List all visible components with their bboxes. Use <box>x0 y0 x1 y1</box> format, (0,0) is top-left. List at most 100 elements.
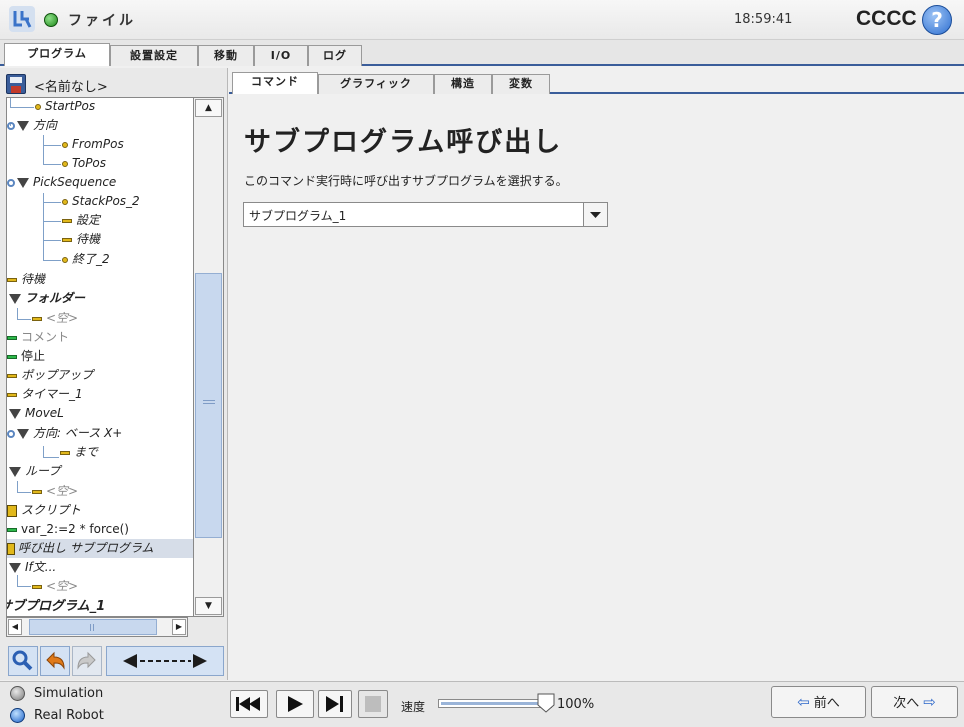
subprogram-call-icon <box>7 542 15 555</box>
waypoint-icon <box>35 103 41 110</box>
next-button[interactable]: 次へ ⇨ <box>871 686 958 718</box>
tab-log[interactable]: ログ <box>308 45 362 66</box>
scroll-left-button[interactable]: ◀ <box>8 619 22 635</box>
tree-item-label: サブプログラム_1 <box>6 599 106 614</box>
tree-item-wait-2[interactable]: 待機 <box>7 270 45 289</box>
tree-item-empty[interactable]: <空> <box>32 309 78 328</box>
real-robot-option[interactable]: Real Robot <box>10 706 104 724</box>
search-icon <box>12 650 33 671</box>
tree-item-label: 方向 <box>33 118 58 132</box>
tab-command[interactable]: コマンド <box>232 72 318 94</box>
stop-button[interactable] <box>358 690 388 718</box>
file-menu-button[interactable]: ファイル <box>44 9 136 31</box>
tree-item-folder[interactable]: フォルダー <box>9 289 85 308</box>
subprogram-select[interactable]: サブプログラム_1 <box>243 202 608 227</box>
simulation-option[interactable]: Simulation <box>10 684 103 702</box>
tree-item-end2[interactable]: 終了_2 <box>62 250 110 269</box>
command-icon <box>7 373 17 378</box>
tree-item-stackpos[interactable]: StackPos_2 <box>62 192 140 211</box>
command-icon <box>7 277 17 282</box>
tree-item-label: var_2:=2 * force() <box>21 522 129 536</box>
folder-triangle-icon <box>17 120 29 131</box>
tree-item-empty[interactable]: <空> <box>32 482 78 501</box>
real-robot-radio-icon[interactable] <box>10 707 25 723</box>
command-icon <box>7 527 17 532</box>
tree-item-subprogram[interactable]: サブプログラム_1 <box>6 597 106 616</box>
waypoint-icon <box>62 198 68 205</box>
previous-label: 前へ <box>813 696 840 711</box>
script-icon <box>7 504 17 517</box>
tree-item-until[interactable]: まで <box>60 443 98 462</box>
expand-node-icon[interactable] <box>7 178 15 187</box>
speed-slider[interactable] <box>438 699 552 708</box>
ur-logo-icon <box>8 5 36 33</box>
tree-item-label: 終了_2 <box>72 252 110 266</box>
tree-item-label: タイマー_1 <box>21 387 83 401</box>
tree-item-assignment[interactable]: var_2:=2 * force() <box>7 520 129 539</box>
tree-item-stop[interactable]: 停止 <box>7 347 45 366</box>
tree-item-topos[interactable]: ToPos <box>62 154 106 173</box>
tree-item-movel[interactable]: MoveL <box>9 404 64 423</box>
tree-item-script[interactable]: スクリプト <box>7 501 81 520</box>
previous-button[interactable]: ⇦ 前へ <box>771 686 866 718</box>
tab-move[interactable]: 移動 <box>198 45 254 66</box>
tree-item-call-subprogram[interactable]: 呼び出し サブプログラム <box>7 539 193 558</box>
scroll-thumb[interactable] <box>195 273 222 538</box>
tab-installation[interactable]: 設置設定 <box>110 45 198 66</box>
tree-item-startpos[interactable]: StartPos <box>35 98 95 116</box>
tab-structure[interactable]: 構造 <box>434 74 492 94</box>
tab-graphics[interactable]: グラフィック <box>318 74 434 94</box>
tab-io[interactable]: I/O <box>254 45 308 66</box>
tree-item-label: コメント <box>21 330 70 344</box>
folder-triangle-icon <box>9 466 21 477</box>
search-button[interactable] <box>8 646 38 676</box>
move-node-button[interactable] <box>106 646 224 676</box>
tree-item-empty[interactable]: <空> <box>32 577 78 596</box>
undo-icon <box>46 651 65 670</box>
tree-horizontal-scrollbar[interactable]: ◀ ▶ <box>6 617 188 637</box>
play-button[interactable] <box>276 690 314 718</box>
command-icon <box>7 354 17 359</box>
expand-node-icon[interactable] <box>7 429 15 438</box>
program-tree[interactable]: StartPos 方向 FromPos ToPos PickSequence S… <box>6 97 194 617</box>
program-name-row: <名前なし> <box>4 73 226 95</box>
tree-item-frompos[interactable]: FromPos <box>62 135 124 154</box>
expand-node-icon[interactable] <box>7 121 15 130</box>
tree-item-loop[interactable]: ループ <box>9 462 60 481</box>
tree-vertical-scrollbar[interactable]: ▲ ▼ <box>194 97 224 617</box>
tree-item-label: ToPos <box>72 156 107 170</box>
tree-item-set[interactable]: 設定 <box>62 211 100 230</box>
simulation-radio-icon[interactable] <box>10 685 25 701</box>
folder-triangle-icon <box>17 428 29 439</box>
main-tab-bar: プログラム 設置設定 移動 I/O ログ <box>0 40 964 66</box>
tree-item-wait[interactable]: 待機 <box>62 230 100 249</box>
command-icon <box>32 489 42 494</box>
tab-program[interactable]: プログラム <box>4 43 110 66</box>
help-button[interactable]: ? <box>922 5 952 35</box>
tree-item-label: 待機 <box>76 232 101 246</box>
command-icon <box>32 316 42 321</box>
file-status-icon <box>44 13 58 27</box>
scroll-right-button[interactable]: ▶ <box>172 619 186 635</box>
scroll-up-button[interactable]: ▲ <box>195 99 222 117</box>
save-icon[interactable] <box>6 74 26 94</box>
redo-button[interactable] <box>72 646 102 676</box>
tree-item-comment[interactable]: コメント <box>7 328 69 347</box>
horizontal-scroll-thumb[interactable] <box>29 619 157 635</box>
tree-item-direction-base[interactable]: 方向: ベース X+ <box>7 424 122 443</box>
tree-item-if[interactable]: If文... <box>9 558 56 577</box>
tree-item-timer[interactable]: タイマー_1 <box>7 385 83 404</box>
rewind-button[interactable] <box>230 690 268 718</box>
waypoint-icon <box>62 160 68 167</box>
dropdown-button[interactable] <box>583 203 607 226</box>
tab-variables[interactable]: 変数 <box>492 74 550 94</box>
tree-item-label: PickSequence <box>33 175 117 189</box>
step-button[interactable] <box>318 690 352 718</box>
tree-item-label: 方向: ベース X+ <box>33 426 123 440</box>
tree-item-direction[interactable]: 方向 <box>7 116 57 135</box>
speed-slider-thumb[interactable] <box>536 692 556 714</box>
undo-button[interactable] <box>40 646 70 676</box>
tree-item-popup[interactable]: ポップアップ <box>7 366 93 385</box>
scroll-down-button[interactable]: ▼ <box>195 597 222 615</box>
tree-item-picksequence[interactable]: PickSequence <box>7 173 116 192</box>
